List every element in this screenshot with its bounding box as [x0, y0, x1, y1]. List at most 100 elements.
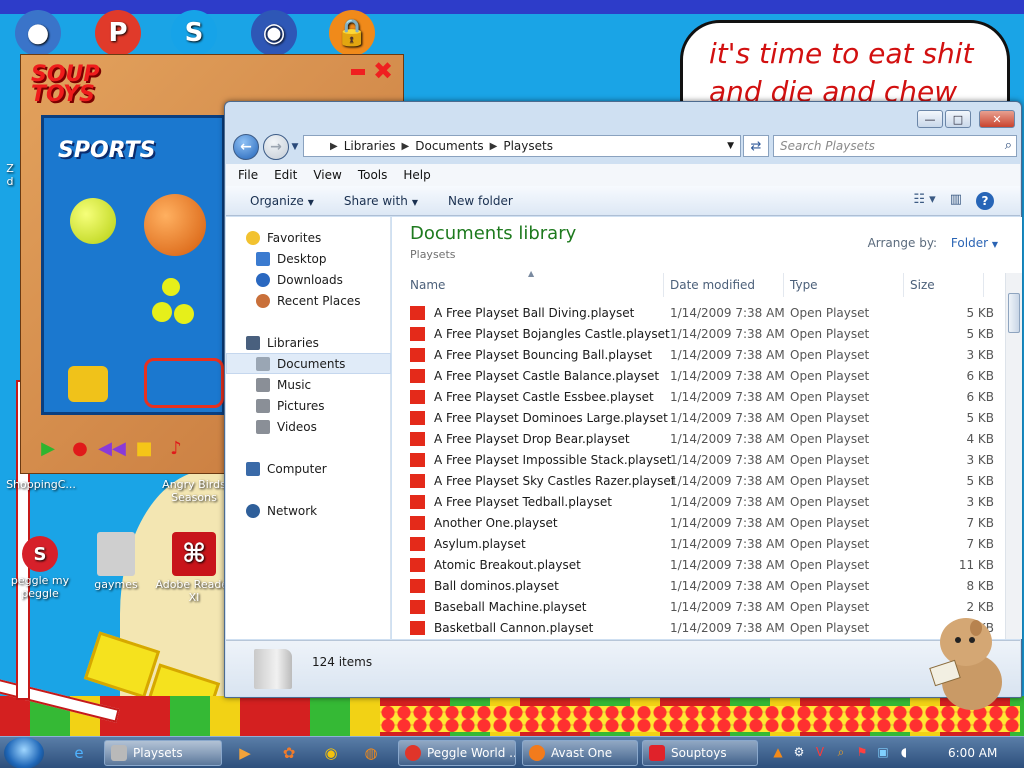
file-row[interactable]: A Free Playset Dominoes Large.playset 1/1… [402, 408, 994, 429]
column-header-date[interactable]: Date modified [664, 273, 784, 297]
refresh-icon[interactable]: ⇄ [743, 135, 769, 157]
nav-pictures[interactable]: Pictures [226, 395, 391, 416]
breadcrumb-documents[interactable]: Documents [415, 139, 483, 153]
file-row[interactable]: A Free Playset Drop Bear.playset 1/14/200… [402, 429, 994, 450]
file-row[interactable]: A Free Playset Ball Diving.playset 1/14/2… [402, 303, 994, 324]
menu-file[interactable]: File [238, 168, 258, 182]
internet-explorer-icon[interactable]: e [68, 743, 90, 763]
desktop-icon-avast-browser[interactable]: 🔒 [312, 10, 392, 58]
file-row[interactable]: Basketball Cannon.playset 1/14/2009 7:38 … [402, 618, 994, 639]
menu-view[interactable]: View [313, 168, 341, 182]
file-row[interactable]: A Free Playset Bouncing Ball.playset 1/14… [402, 345, 994, 366]
close-button[interactable]: ✕ [979, 110, 1015, 128]
recent-pages-chevron-icon[interactable]: ▼ [289, 134, 301, 160]
minimize-button[interactable]: — [917, 110, 943, 128]
file-row[interactable]: A Free Playset Impossible Stack.playset 1… [402, 450, 994, 471]
desktop-icon-peggle-p[interactable]: P [78, 10, 158, 58]
file-row[interactable]: Atomic Breakout.playset 1/14/2009 7:38 AM… [402, 555, 994, 576]
column-header-size[interactable]: Size [904, 273, 984, 297]
tennis-ball-icon[interactable] [70, 198, 116, 244]
nav-documents[interactable]: Documents [226, 353, 391, 374]
file-row[interactable]: Baseball Machine.playset 1/14/2009 7:38 A… [402, 597, 994, 618]
task-playsets[interactable]: Playsets [104, 740, 222, 766]
avast-tray-icon[interactable]: ▲ [770, 743, 786, 761]
breadcrumb-libraries[interactable]: Libraries [344, 139, 396, 153]
search-input[interactable]: Search Playsets ⌕ [773, 135, 1017, 157]
clock[interactable]: 6:00 AM [948, 746, 997, 760]
volume-icon[interactable]: ◖ [896, 743, 912, 761]
media-player-icon[interactable]: ▶ [234, 743, 256, 763]
basketball-hoop-icon[interactable] [144, 358, 224, 408]
nav-favorites[interactable]: Favorites [226, 227, 391, 248]
nav-downloads[interactable]: Downloads [226, 269, 391, 290]
desktop-icon-globe-app[interactable]: ◉ [234, 10, 314, 58]
desktop-icon-adobe-reader[interactable]: ⌘ Adobe Reader XI [154, 532, 234, 604]
nav-computer[interactable]: Computer [226, 458, 391, 479]
task-avast-one[interactable]: Avast One [522, 740, 638, 766]
address-bar[interactable]: ▶ Libraries ▶ Documents ▶ Playsets ▼ [303, 135, 741, 157]
stop-icon[interactable]: ■ [131, 435, 157, 461]
nav-network[interactable]: Network [226, 500, 391, 521]
play-icon[interactable]: ▶ [35, 435, 61, 461]
file-row[interactable]: A Free Playset Tedball.playset 1/14/2009 … [402, 492, 994, 513]
file-row[interactable]: A Free Playset Bojangles Castle.playset 1… [402, 324, 994, 345]
column-header-name[interactable]: Name [404, 273, 664, 297]
back-button[interactable]: ← [233, 134, 259, 160]
nav-desktop[interactable]: Desktop [226, 248, 391, 269]
desktop-icon-shopping[interactable]: ShoppingC... [0, 478, 86, 491]
forward-button[interactable]: → [263, 134, 289, 160]
nav-recent-places[interactable]: Recent Places [226, 290, 391, 311]
souptoys-minimize-button[interactable] [351, 69, 365, 75]
arrange-dropdown[interactable]: Folder ▼ [951, 236, 998, 250]
maximize-button[interactable]: □ [945, 110, 971, 128]
task-souptoys[interactable]: Souptoys [642, 740, 758, 766]
rewind-icon[interactable]: ◀◀ [98, 435, 126, 461]
file-row[interactable]: Another One.playset 1/14/2009 7:38 AM Open… [402, 513, 994, 534]
change-view-icon[interactable]: ☷ ▾ [913, 192, 935, 210]
task-peggle-world[interactable]: Peggle World ... [398, 740, 516, 766]
roller-skate-icon[interactable] [68, 366, 108, 402]
nav-libraries[interactable]: Libraries [226, 332, 391, 353]
file-row[interactable]: Ball dominos.playset 1/14/2009 7:38 AM Ope… [402, 576, 994, 597]
small-ball-icon[interactable] [174, 304, 194, 324]
file-row[interactable]: A Free Playset Sky Castles Razer.playset… [402, 471, 994, 492]
scrollbar-thumb[interactable] [1008, 293, 1020, 333]
nav-videos[interactable]: Videos [226, 416, 391, 437]
hamster-mascot[interactable] [928, 612, 1008, 712]
music-note-icon[interactable]: ♪ [163, 435, 189, 461]
search-tray-icon[interactable]: ⌕ [833, 743, 849, 761]
search-icon[interactable]: ⌕ [1005, 138, 1012, 153]
tools-tray-icon[interactable]: ⚙ [791, 743, 807, 761]
file-row[interactable]: A Free Playset Castle Balance.playset 1/1… [402, 366, 994, 387]
help-icon[interactable]: ? [976, 192, 994, 210]
desktop-icon-skype[interactable]: S [154, 10, 234, 58]
preview-pane-icon[interactable]: ▥ [950, 192, 962, 210]
file-row[interactable]: Asylum.playset 1/14/2009 7:38 AM Open Play… [402, 534, 994, 555]
flag-icon[interactable]: ⚑ [854, 743, 870, 761]
breadcrumb-playsets[interactable]: Playsets [503, 139, 553, 153]
new-folder-button[interactable]: New folder [448, 194, 513, 208]
nav-music[interactable]: Music [226, 374, 391, 395]
avast-browser-icon[interactable]: ◍ [360, 743, 382, 763]
menu-edit[interactable]: Edit [274, 168, 297, 182]
organize-button[interactable]: Organize ▼ [250, 194, 314, 208]
v-tray-icon[interactable]: V [812, 743, 828, 761]
vertical-scrollbar[interactable] [1005, 273, 1022, 639]
network-tray-icon[interactable]: ▣ [875, 743, 891, 761]
chrome-icon[interactable]: ◉ [320, 743, 342, 763]
address-dropdown-icon[interactable]: ▼ [727, 141, 734, 151]
desktop-icon-gaymes[interactable]: gaymes [76, 532, 156, 591]
desktop-icon-angry-birds[interactable]: Angry Birds Seasons [154, 478, 234, 504]
share-with-button[interactable]: Share with ▼ [344, 194, 418, 208]
desktop-icon-peggle[interactable]: S peggle my peggle [0, 536, 80, 600]
file-row[interactable]: A Free Playset Castle Essbee.playset 1/14… [402, 387, 994, 408]
menu-tools[interactable]: Tools [358, 168, 388, 182]
menu-help[interactable]: Help [403, 168, 430, 182]
record-icon[interactable]: ● [67, 435, 93, 461]
paint-icon[interactable]: ✿ [278, 743, 300, 763]
small-ball-icon[interactable] [162, 278, 180, 296]
basketball-icon[interactable] [144, 194, 206, 256]
souptoys-close-icon[interactable]: ✖ [373, 57, 393, 85]
start-button[interactable] [4, 737, 44, 768]
explorer-window[interactable]: — □ ✕ ← → ▼ ▶ Libraries ▶ Documents ▶ Pl… [224, 101, 1022, 698]
